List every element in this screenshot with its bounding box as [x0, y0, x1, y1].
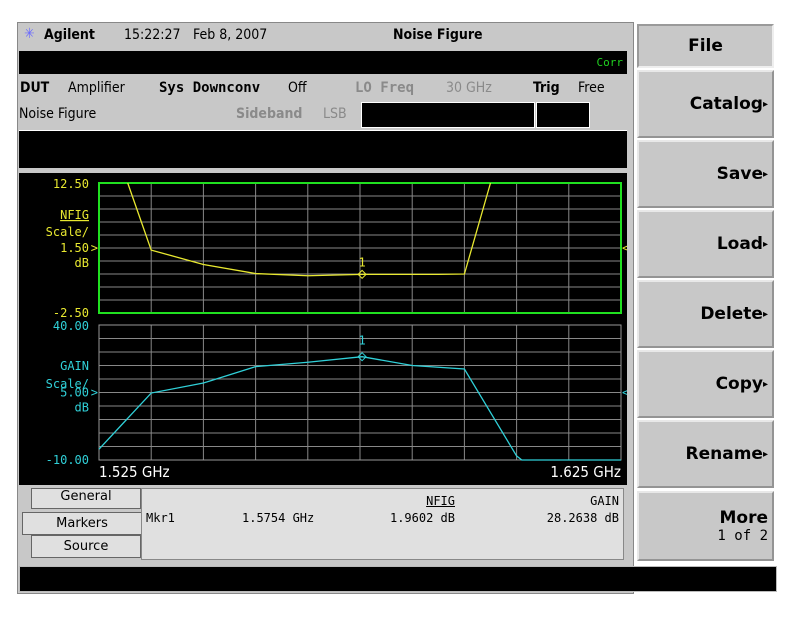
message-area — [19, 130, 627, 168]
sys-downconv-label: Sys Downconv — [159, 80, 261, 96]
status-bar: Corr — [19, 51, 627, 74]
entry-units-field — [536, 102, 590, 128]
date: Feb 8, 2007 — [193, 27, 268, 43]
plots-svg: 12.50-2.50NFIGScale/1.50dB> <140.00-10.00… — [46, 177, 627, 467]
nfig-axis-name: NFIG — [60, 208, 89, 222]
unit-label: dB — [75, 401, 89, 415]
tab-label: Source — [63, 539, 109, 554]
lo-freq-label: LO Freq — [355, 80, 415, 96]
submenu-arrow-icon: ▸ — [762, 168, 768, 180]
submenu-arrow-icon: ▸ — [762, 448, 768, 460]
tab-label: General — [60, 489, 112, 504]
tab-source[interactable]: Source — [31, 535, 141, 558]
softkey-more[interactable]: More 1 of 2 — [637, 491, 774, 561]
lo-freq-value: 30 GHz — [446, 80, 492, 96]
sideband-label: Sideband — [236, 106, 303, 122]
nfig-value: 1.9602 dB — [389, 511, 455, 525]
gain-value: 28.2638 dB — [546, 511, 619, 525]
scale-value: 1.50 — [60, 241, 89, 255]
submenu-arrow-icon: ▸ — [762, 378, 768, 390]
start-freq-label: 1.525 GHz — [99, 463, 170, 481]
trig-value: Free — [578, 80, 605, 96]
sideband-value: LSB — [323, 106, 347, 122]
scale-value: 5.00 — [60, 386, 89, 400]
marker-freq: 1.5754 GHz — [242, 511, 315, 525]
softkey-menu-title: File — [637, 24, 774, 68]
softkey-label: Catalog — [689, 94, 763, 114]
screen-title: Noise Figure — [393, 27, 483, 43]
menu-title: File — [688, 36, 723, 56]
submenu-arrow-icon: ▸ — [762, 308, 768, 320]
marker-number: 1 — [358, 334, 365, 348]
nfig-bottom-label: -2.50 — [53, 306, 89, 320]
nfig-trace — [127, 182, 492, 277]
ref-level-left-arrow-icon: > — [91, 386, 98, 400]
brand: Agilent — [44, 27, 95, 43]
gain-axis-name: GAIN — [60, 359, 89, 373]
softkey-save[interactable]: Save ▸ — [637, 140, 774, 208]
gain-bottom-label: -10.00 — [46, 453, 89, 467]
marker-number: 1 — [358, 255, 365, 269]
nfig-top-label: 12.50 — [53, 177, 89, 191]
agilent-logo-icon: ✳ — [24, 26, 35, 42]
softkey-load[interactable]: Load ▸ — [637, 210, 774, 278]
marker-panel: General Markers Source Mkr1 1.5754 GHz N… — [19, 485, 627, 560]
ref-level-right-arrow-icon: < — [622, 386, 627, 400]
softkey-copy[interactable]: Copy ▸ — [637, 350, 774, 418]
stop-freq-label: 1.625 GHz — [550, 463, 621, 481]
tab-label: Markers — [56, 516, 108, 531]
softkey-label: Save — [716, 164, 763, 184]
marker-name: Mkr1 — [146, 511, 175, 525]
nfig-header: NFIG — [426, 494, 455, 508]
gain-header: GAIN — [590, 494, 619, 508]
trig-label: Trig — [533, 80, 560, 96]
entry-field — [361, 102, 535, 128]
scale-label: Scale/ — [46, 225, 89, 239]
dut-value: Amplifier — [68, 80, 125, 96]
graph-area: 12.50 -2.50 NFIG Scale/1.50 dB > <1 40.00 -10.00… — [19, 173, 627, 485]
sys-downconv-value: Off — [288, 80, 307, 96]
bottom-status-bar — [19, 566, 777, 592]
ref-level-left-arrow-icon: > — [91, 241, 98, 255]
corr-indicator: Corr — [596, 56, 624, 69]
softkey-rename[interactable]: Rename ▸ — [637, 420, 774, 488]
tab-general[interactable]: General — [31, 488, 141, 509]
softkey-label: Rename — [685, 444, 763, 464]
gain-top-label: 40.00 — [53, 319, 89, 333]
markers-table: Mkr1 1.5754 GHz NFIG 1.9602 dB GAIN 28.2… — [141, 488, 624, 560]
unit-label: dB — [75, 256, 89, 270]
ref-level-right-arrow-icon: < — [622, 241, 627, 255]
submenu-arrow-icon: ▸ — [762, 238, 768, 250]
tab-markers[interactable]: Markers — [22, 512, 141, 535]
submenu-arrow-icon: ▸ — [762, 98, 768, 110]
softkey-delete[interactable]: Delete ▸ — [637, 280, 774, 348]
more-page: 1 of 2 — [717, 528, 768, 544]
time: 15:22:27 — [124, 27, 181, 43]
softkey-label: Delete — [700, 304, 763, 324]
more-label: More — [719, 508, 768, 528]
softkey-catalog[interactable]: Catalog ▸ — [637, 70, 774, 138]
measurement-mode: Noise Figure — [19, 106, 97, 122]
softkey-label: Copy — [715, 374, 763, 394]
dut-label: DUT — [20, 80, 50, 96]
softkey-label: Load — [716, 234, 763, 254]
